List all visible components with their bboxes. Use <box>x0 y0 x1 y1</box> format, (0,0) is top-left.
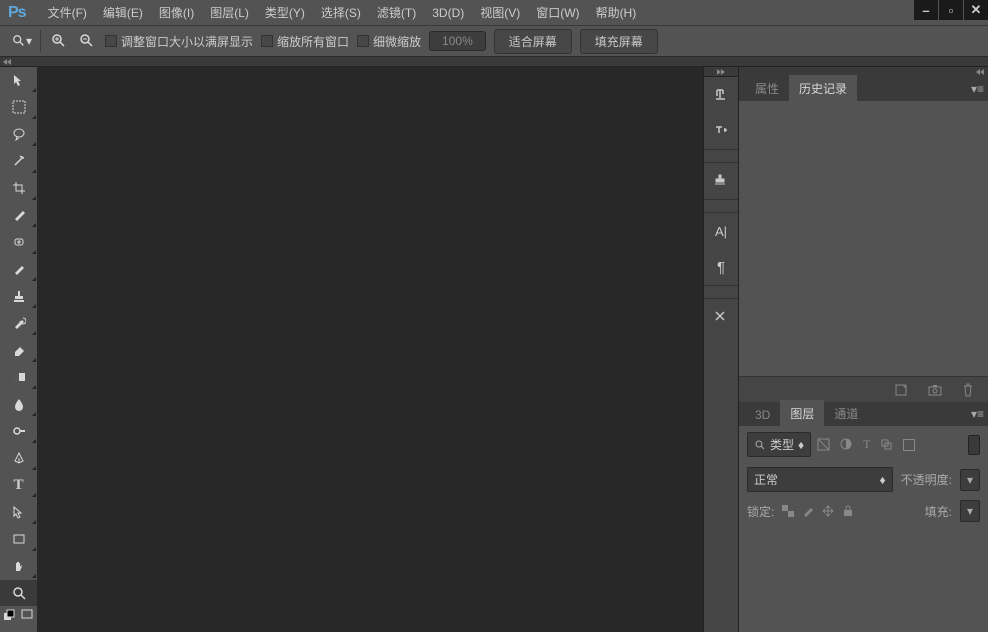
blend-mode-dropdown[interactable]: 正常♦ <box>747 467 893 492</box>
menu-edit[interactable]: 编辑(E) <box>95 0 151 25</box>
filter-shape-icon[interactable] <box>880 438 893 451</box>
brushes-panel-icon[interactable] <box>704 77 738 113</box>
zoom-all-check[interactable]: 缩放所有窗口 <box>261 33 349 50</box>
collapse-handle[interactable] <box>704 67 738 77</box>
menu-window[interactable]: 窗口(W) <box>528 0 587 25</box>
filter-toggle[interactable] <box>968 435 980 455</box>
lock-all-icon[interactable] <box>842 505 854 517</box>
panel-menu-icon[interactable]: ▾≡ <box>971 82 984 96</box>
resize-window-check[interactable]: 调整窗口大小以满屏显示 <box>105 33 253 50</box>
fill-label: 填充: <box>925 503 952 520</box>
zoom-in-icon[interactable] <box>49 31 69 51</box>
lasso-tool[interactable] <box>0 121 37 147</box>
menu-image[interactable]: 图像(I) <box>151 0 202 25</box>
app-logo: Ps <box>8 4 26 22</box>
layers-panel: 3D 图层 通道 ▾≡ 类型♦ T 正常♦ 不透明度: ▾ <box>739 402 988 632</box>
menu-view[interactable]: 视图(V) <box>472 0 528 25</box>
menu-file[interactable]: 文件(F) <box>40 0 95 25</box>
healing-tool[interactable] <box>0 229 37 255</box>
history-brush-tool[interactable] <box>0 310 37 336</box>
tab-layers[interactable]: 图层 <box>780 400 824 426</box>
opacity-label: 不透明度: <box>901 471 952 488</box>
fit-screen-button[interactable]: 适合屏幕 <box>494 29 572 54</box>
path-select-tool[interactable] <box>0 499 37 525</box>
dodge-tool[interactable] <box>0 418 37 444</box>
current-tool-icon[interactable]: ▾ <box>12 31 32 51</box>
blur-tool[interactable] <box>0 391 37 417</box>
menubar: Ps 文件(F) 编辑(E) 图像(I) 图层(L) 类型(Y) 选择(S) 滤… <box>0 0 988 25</box>
trash-icon[interactable] <box>962 383 974 397</box>
eyedropper-tool[interactable] <box>0 202 37 228</box>
screen-mode-icon[interactable] <box>18 607 36 623</box>
panel-menu-icon[interactable]: ▾≡ <box>971 407 984 421</box>
swap-colors-icon[interactable] <box>0 607 18 623</box>
menu-help[interactable]: 帮助(H) <box>588 0 645 25</box>
stamp-tool[interactable] <box>0 283 37 309</box>
opacity-value[interactable]: ▾ <box>960 469 980 491</box>
shape-tool[interactable] <box>0 526 37 552</box>
lock-position-icon[interactable] <box>822 505 834 517</box>
type-tool[interactable]: T <box>0 472 37 498</box>
gradient-tool[interactable] <box>0 364 37 390</box>
pen-tool[interactable] <box>0 445 37 471</box>
tool-presets-panel-icon[interactable] <box>704 299 738 335</box>
paragraph-panel-icon[interactable]: ¶ <box>704 249 738 285</box>
menu-layer[interactable]: 图层(L) <box>202 0 257 25</box>
collapse-strip[interactable] <box>0 57 988 67</box>
wand-tool[interactable] <box>0 148 37 174</box>
lock-label: 锁定: <box>747 503 774 520</box>
menu-filter[interactable]: 滤镜(T) <box>369 0 424 25</box>
menu-type[interactable]: 类型(Y) <box>257 0 313 25</box>
crop-tool[interactable] <box>0 175 37 201</box>
zoom-out-icon[interactable] <box>77 31 97 51</box>
menu-3d[interactable]: 3D(D) <box>424 2 472 24</box>
toolbar: T <box>0 67 37 632</box>
create-document-icon[interactable] <box>894 383 908 397</box>
right-panels: 属性 历史记录 ▾≡ 3D 图层 通道 ▾≡ 类型♦ <box>738 67 988 632</box>
tab-3d[interactable]: 3D <box>745 403 780 426</box>
zoom-tool[interactable] <box>0 580 37 606</box>
zoom-100-button[interactable]: 100% <box>429 31 486 51</box>
filter-pixel-icon[interactable] <box>817 438 830 451</box>
character-panel-icon[interactable]: A| <box>704 213 738 249</box>
maximize-button[interactable]: ▫ <box>939 0 963 20</box>
history-panel: 属性 历史记录 ▾≡ <box>739 77 988 402</box>
close-button[interactable]: ✕ <box>964 0 988 20</box>
menu-select[interactable]: 选择(S) <box>313 0 369 25</box>
lock-image-icon[interactable] <box>802 505 814 517</box>
tab-history[interactable]: 历史记录 <box>789 75 857 101</box>
move-tool[interactable] <box>0 67 37 93</box>
clone-source-panel-icon[interactable] <box>704 163 738 199</box>
minimize-button[interactable]: – <box>914 0 938 20</box>
fill-screen-button[interactable]: 填充屏幕 <box>580 29 658 54</box>
filter-kind-dropdown[interactable]: 类型♦ <box>747 432 811 457</box>
collapsed-panel-dock: A| ¶ <box>703 67 738 632</box>
layers-list <box>739 526 988 632</box>
brush-tool[interactable] <box>0 256 37 282</box>
eraser-tool[interactable] <box>0 337 37 363</box>
brush-presets-panel-icon[interactable] <box>704 113 738 149</box>
options-bar: ▾ 调整窗口大小以满屏显示 缩放所有窗口 细微缩放 100% 适合屏幕 填充屏幕 <box>0 25 988 57</box>
scrubby-zoom-check[interactable]: 细微缩放 <box>357 33 421 50</box>
tab-channels[interactable]: 通道 <box>824 400 868 426</box>
lock-transparent-icon[interactable] <box>782 505 794 517</box>
history-list <box>739 101 988 376</box>
filter-type-icon[interactable]: T <box>863 437 870 452</box>
canvas-area <box>37 67 703 632</box>
tab-properties[interactable]: 属性 <box>745 75 789 101</box>
fill-value[interactable]: ▾ <box>960 500 980 522</box>
filter-smart-icon[interactable] <box>903 439 915 451</box>
filter-adjust-icon[interactable] <box>840 438 853 451</box>
hand-tool[interactable] <box>0 553 37 579</box>
marquee-tool[interactable] <box>0 94 37 120</box>
snapshot-icon[interactable] <box>928 384 942 396</box>
